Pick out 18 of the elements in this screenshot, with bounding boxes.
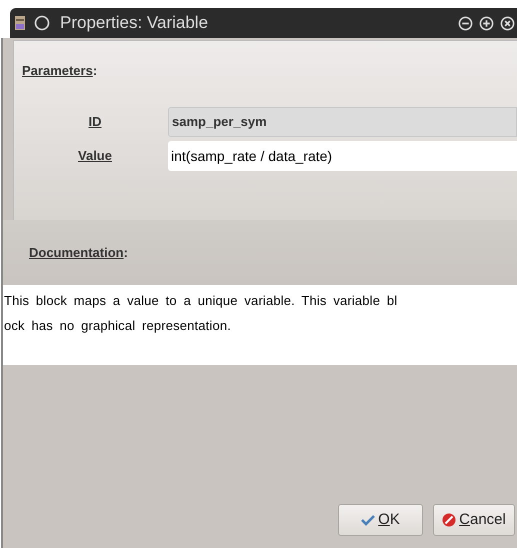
circle-icon [34, 15, 50, 31]
window-title: Properties: Variable [60, 12, 208, 34]
field-label: ID [88, 112, 102, 131]
cancel-button[interactable]: Cancel [433, 504, 515, 536]
minimize-icon[interactable] [458, 16, 473, 30]
documentation-text: ock has no graphical representation. [4, 316, 231, 335]
check-icon [361, 513, 376, 527]
app-icon [14, 15, 28, 31]
input-field[interactable]: samp_per_sym [168, 106, 517, 136]
ok-button[interactable]: OK [338, 504, 423, 536]
section-heading: Documentation: [29, 244, 128, 262]
input-field[interactable]: int(samp_rate / data_rate) [168, 140, 517, 170]
maximize-icon[interactable] [479, 16, 494, 30]
field-label: Value [77, 146, 113, 165]
documentation-text: This block maps a value to a unique variable. This variable bl [4, 292, 398, 310]
close-icon[interactable] [500, 16, 515, 30]
section-heading: Parameters: [22, 62, 98, 80]
stop-icon [442, 513, 456, 527]
